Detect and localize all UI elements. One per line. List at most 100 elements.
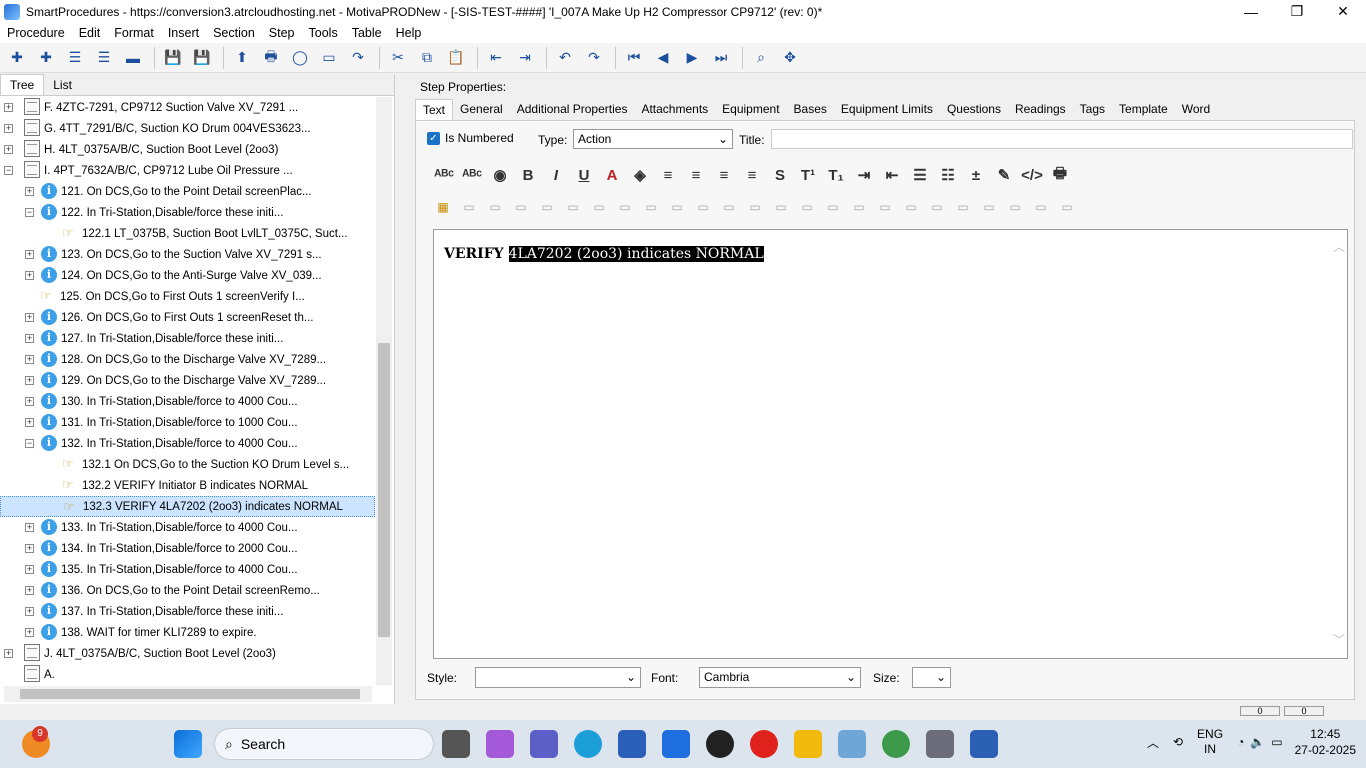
style-select[interactable]: ⌄ — [475, 667, 641, 688]
tree-item[interactable]: + i 135. In Tri-Station,Disable/force to 4… — [0, 559, 375, 580]
table-disabled-icon[interactable]: ▭ — [508, 195, 534, 219]
tree-item[interactable]: + i 126. On DCS,Go to First Outs 1 screenR… — [0, 307, 375, 328]
chevron-up-icon[interactable]: ︿ — [1147, 734, 1159, 751]
tree-item[interactable]: + i 121. On DCS,Go to the Point Detail scr… — [0, 181, 375, 202]
expand-icon[interactable]: + — [25, 187, 34, 196]
store-icon[interactable] — [618, 730, 646, 758]
expand-icon[interactable]: + — [25, 607, 34, 616]
print-icon[interactable]: 🖶 — [1046, 162, 1074, 188]
app-icon[interactable] — [926, 730, 954, 758]
cut-icon[interactable]: ✂ — [385, 45, 411, 71]
prev-icon[interactable]: ◀ — [650, 45, 676, 71]
fill-color-icon[interactable]: ◈ — [626, 162, 654, 188]
menu-tools[interactable]: Tools — [302, 26, 345, 40]
menu-format[interactable]: Format — [107, 26, 161, 40]
expand-icon[interactable]: + — [4, 124, 13, 133]
collapse-icon[interactable]: − — [25, 208, 34, 217]
expand-icon[interactable]: + — [25, 271, 34, 280]
move-icon[interactable]: ✥ — [777, 45, 803, 71]
table-disabled-icon[interactable]: ▭ — [482, 195, 508, 219]
indent-doc-icon[interactable]: ☰ — [62, 45, 88, 71]
menu-step[interactable]: Step — [262, 26, 302, 40]
language-indicator[interactable]: ENG IN — [1197, 727, 1223, 757]
tree-horizontal-scrollbar[interactable] — [4, 686, 372, 702]
volume-icon[interactable]: 🔈 — [1250, 735, 1265, 749]
add-child-icon[interactable]: ✚ — [33, 45, 59, 71]
tree-item[interactable]: + G. 4TT_7291/B/C, Suction KO Drum 004VES… — [0, 118, 375, 139]
tree-item[interactable]: ☞ 122.1 LT_0375B, Suction Boot LvlLT_0375… — [0, 223, 375, 244]
tab-template[interactable]: Template — [1112, 99, 1175, 119]
spellcheck-auto-icon[interactable]: ᴬᴮᶜ — [458, 162, 486, 188]
file-explorer-icon[interactable] — [794, 730, 822, 758]
tree-item[interactable]: + i 124. On DCS,Go to the Anti-Surge Valve… — [0, 265, 375, 286]
menu-insert[interactable]: Insert — [161, 26, 206, 40]
table-disabled-icon[interactable]: ▭ — [820, 195, 846, 219]
type-select[interactable]: Action ⌄ — [573, 129, 733, 149]
menu-help[interactable]: Help — [389, 26, 429, 40]
battery-icon[interactable]: ▭ — [1271, 735, 1282, 749]
next-icon[interactable]: ▶ — [679, 45, 705, 71]
tree-item[interactable]: + i 131. In Tri-Station,Disable/force to 1… — [0, 412, 375, 433]
table-disabled-icon[interactable]: ▭ — [950, 195, 976, 219]
expand-icon[interactable]: + — [25, 313, 34, 322]
minimize-button[interactable]: — — [1228, 0, 1274, 23]
expand-icon[interactable]: + — [25, 397, 34, 406]
html-icon[interactable]: </> — [1018, 162, 1046, 188]
table-disabled-icon[interactable]: ▭ — [716, 195, 742, 219]
expand-icon[interactable]: + — [25, 586, 34, 595]
is-numbered-checkbox[interactable]: ✓ Is Numbered — [427, 131, 514, 145]
expand-icon[interactable]: + — [4, 145, 13, 154]
insert-table-icon[interactable]: ▦ — [430, 195, 456, 219]
size-select[interactable]: ⌄ — [912, 667, 951, 688]
expand-icon[interactable]: + — [25, 334, 34, 343]
table-disabled-icon[interactable]: ▭ — [1054, 195, 1080, 219]
table-disabled-icon[interactable]: ▭ — [924, 195, 950, 219]
outlook-icon[interactable] — [662, 730, 690, 758]
dell-icon[interactable] — [706, 730, 734, 758]
table-disabled-icon[interactable]: ▭ — [612, 195, 638, 219]
tree-item-selected[interactable]: ☞ 132.3 VERIFY 4LA7202 (2oo3) indicates N… — [0, 496, 375, 517]
tab-list[interactable]: List — [44, 75, 81, 95]
chrome-icon[interactable] — [882, 730, 910, 758]
scroll-thumb[interactable] — [378, 343, 390, 637]
table-disabled-icon[interactable]: ▭ — [898, 195, 924, 219]
tab-tree[interactable]: Tree — [0, 74, 45, 95]
numbered-list-icon[interactable]: ☷ — [934, 162, 962, 188]
expand-icon[interactable]: + — [25, 523, 34, 532]
tab-tags[interactable]: Tags — [1073, 99, 1112, 119]
font-color-icon[interactable]: A — [598, 162, 626, 188]
scroll-up-icon[interactable]: ︿ — [1333, 238, 1345, 255]
tab-equipment-limits[interactable]: Equipment Limits — [834, 99, 940, 119]
tree-item[interactable]: + J. 4LT_0375A/B/C, Suction Boot Level (2… — [0, 643, 375, 664]
edge-icon[interactable] — [574, 730, 602, 758]
tree-item[interactable]: + i 128. On DCS,Go to the Discharge Valve … — [0, 349, 375, 370]
tree-item[interactable]: + i 130. In Tri-Station,Disable/force to 4… — [0, 391, 375, 412]
tree-item[interactable]: A. — [0, 664, 375, 685]
copy-icon[interactable]: ⧉ — [414, 45, 440, 71]
menu-procedure[interactable]: Procedure — [0, 26, 72, 40]
subscript-icon[interactable]: T₁ — [822, 162, 850, 188]
scroll-thumb[interactable] — [20, 689, 360, 699]
undo-icon[interactable]: ↶ — [552, 45, 578, 71]
expand-icon[interactable]: + — [4, 103, 13, 112]
tree-item[interactable]: + i 138. WAIT for timer KLI7289 to expire. — [0, 622, 375, 643]
menu-edit[interactable]: Edit — [72, 26, 108, 40]
expand-icon[interactable]: + — [25, 628, 34, 637]
word-icon[interactable] — [970, 730, 998, 758]
indent-icon[interactable]: ⇥ — [512, 45, 538, 71]
save-server-icon[interactable]: 💾 — [160, 45, 186, 71]
tab-word[interactable]: Word — [1175, 99, 1217, 119]
collapse-icon[interactable]: − — [25, 439, 34, 448]
editor-scrollbar[interactable]: ︿ ﹀ — [1333, 238, 1345, 648]
table-disabled-icon[interactable]: ▭ — [690, 195, 716, 219]
table-disabled-icon[interactable]: ▭ — [1002, 195, 1028, 219]
tab-general[interactable]: General — [453, 99, 510, 119]
remove-icon[interactable]: ▬ — [120, 45, 146, 71]
table-disabled-icon[interactable]: ▭ — [976, 195, 1002, 219]
table-disabled-icon[interactable]: ▭ — [794, 195, 820, 219]
table-disabled-icon[interactable]: ▭ — [586, 195, 612, 219]
tree-item[interactable]: − I. 4PT_7632A/B/C, CP9712 Lube Oil Press… — [0, 160, 375, 181]
save-icon[interactable]: 💾 — [189, 45, 215, 71]
tree-item[interactable]: + F. 4ZTC-7291, CP9712 Suction Valve XV_7… — [0, 97, 375, 118]
expand-icon[interactable]: + — [25, 418, 34, 427]
